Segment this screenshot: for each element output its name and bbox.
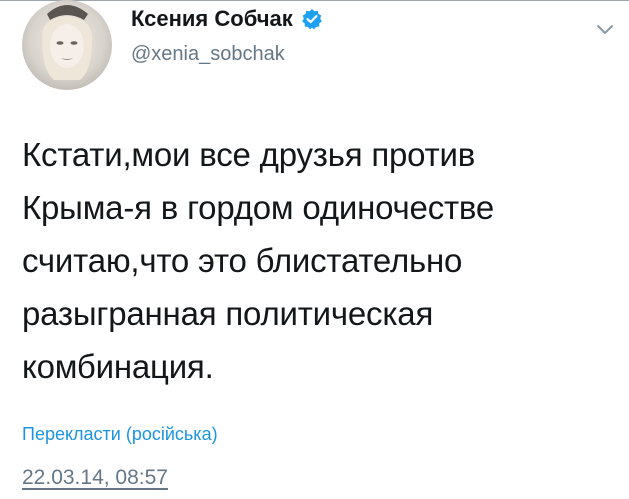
author-name-row: Ксения Собчак — [131, 6, 323, 32]
avatar[interactable] — [22, 0, 112, 90]
chevron-down-icon[interactable] — [594, 18, 616, 40]
divider — [0, 0, 629, 1]
tweet-timestamp[interactable]: 22.03.14, 08:57 — [22, 466, 168, 490]
verified-badge-icon — [301, 8, 323, 30]
author-display-name[interactable]: Ксения Собчак — [131, 6, 293, 32]
tweet-card: Ксения Собчак @xenia_sobchak Кстати,мои … — [0, 0, 629, 499]
translate-tweet-link[interactable]: Перекласти (російська) — [22, 424, 218, 445]
profile-photo-avatar-icon — [41, 5, 93, 80]
tweet-text: Кстати,мои все друзья против Крыма-я в г… — [22, 136, 495, 385]
author-handle[interactable]: @xenia_sobchak — [131, 42, 285, 66]
